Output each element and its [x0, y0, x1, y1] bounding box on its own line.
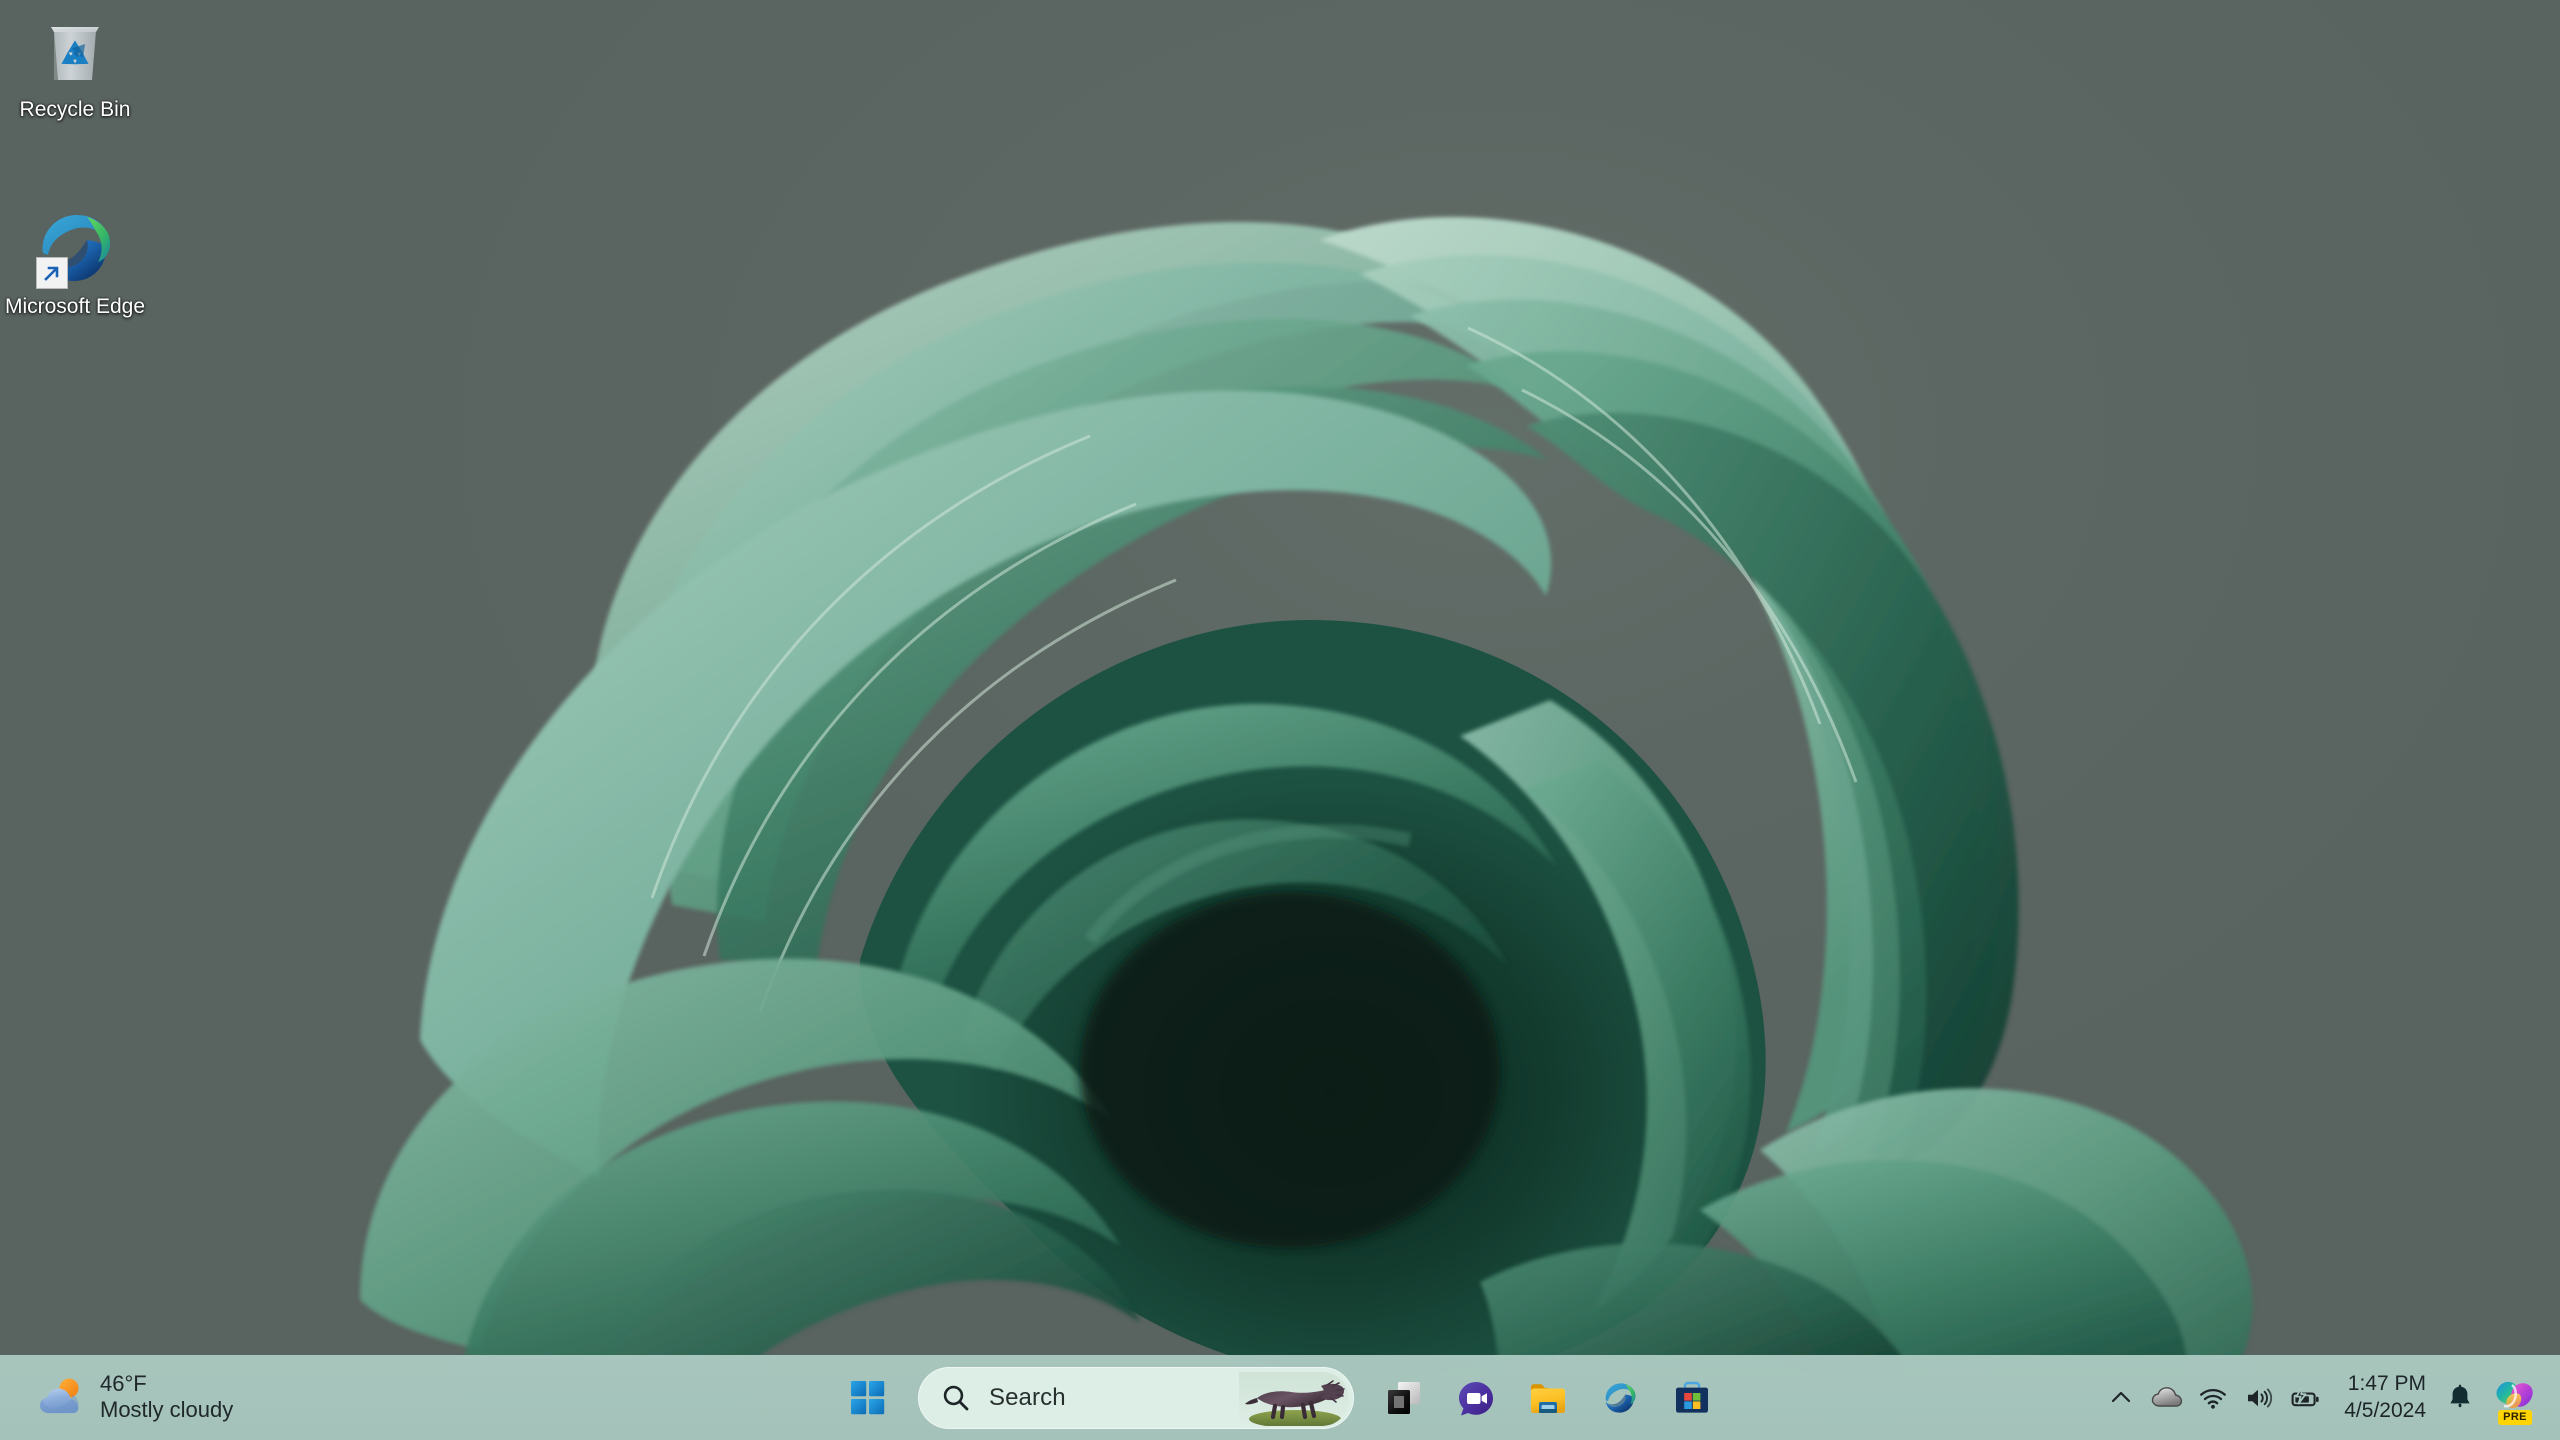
battery-charging-icon	[2291, 1385, 2319, 1406]
shortcut-arrow-icon	[36, 257, 68, 289]
taskbar-app-chat[interactable]	[1440, 1362, 1512, 1434]
taskbar-clock[interactable]: 1:47 PM 4/5/2024	[2328, 1371, 2438, 1424]
onedrive-cloud-icon	[2152, 1386, 2183, 1407]
show-hidden-icons-button[interactable]	[2098, 1369, 2144, 1427]
tray-icon-onedrive[interactable]	[2144, 1369, 2190, 1427]
start-button[interactable]	[832, 1362, 904, 1434]
speaker-icon	[2248, 1387, 2273, 1408]
clock-time: 1:47 PM	[2347, 1372, 2426, 1396]
desktop-icon-recycle-bin[interactable]: Recycle Bin	[0, 8, 150, 122]
copilot-button[interactable]: PRE	[2486, 1369, 2544, 1427]
microsoft-edge-icon	[32, 205, 118, 291]
chevron-up-icon	[2112, 1391, 2131, 1402]
microsoft-edge-icon	[1605, 1382, 1636, 1413]
sun-behind-cloud-icon	[36, 1376, 88, 1420]
tray-icon-network[interactable]	[2190, 1369, 2236, 1427]
taskbar-app-task-view[interactable]	[1368, 1362, 1440, 1434]
search-icon	[943, 1385, 969, 1410]
desktop-icon-microsoft-edge[interactable]: Microsoft Edge	[0, 205, 150, 319]
desktop-icon-label: Microsoft Edge	[4, 295, 146, 318]
taskbar-center-cluster: Search	[832, 1362, 1728, 1434]
taskbar-app-microsoft-edge[interactable]	[1584, 1362, 1656, 1434]
windows-logo-icon	[851, 1380, 885, 1414]
desktop[interactable]: Recycle Bin Microsoft Edge 46°F Mostly c…	[0, 0, 2560, 1440]
task-view-icon	[1388, 1381, 1420, 1414]
file-explorer-icon	[1531, 1383, 1565, 1413]
desktop-icon-label: Recycle Bin	[19, 98, 131, 121]
taskbar-app-file-explorer[interactable]	[1512, 1362, 1584, 1434]
search-bing-image[interactable]	[1239, 1371, 1349, 1426]
taskbar-weather-widget[interactable]: 46°F Mostly cloudy	[24, 1365, 245, 1431]
chat-video-icon	[1459, 1381, 1493, 1415]
clock-date: 4/5/2024	[2344, 1398, 2426, 1422]
recycle-bin-icon	[32, 8, 118, 94]
weather-temperature: 46°F	[100, 1370, 147, 1396]
bloom-artwork	[300, 60, 2260, 1380]
tray-icon-volume[interactable]	[2236, 1369, 2282, 1427]
weather-condition: Mostly cloudy	[100, 1397, 234, 1423]
wifi-icon	[2200, 1388, 2227, 1409]
search-input[interactable]: Search	[918, 1366, 1354, 1429]
taskbar: 46°F Mostly cloudy Search 1:47 PM 4/5/20…	[0, 1355, 2560, 1440]
copilot-preview-badge: PRE	[2498, 1409, 2532, 1425]
microsoft-store-icon	[1676, 1381, 1708, 1413]
system-tray: 1:47 PM 4/5/2024 PRE	[2098, 1369, 2544, 1427]
notifications-button[interactable]	[2438, 1369, 2482, 1427]
tray-icon-battery[interactable]	[2282, 1369, 2328, 1427]
search-placeholder: Search	[989, 1383, 1066, 1411]
taskbar-app-microsoft-store[interactable]	[1656, 1362, 1728, 1434]
bell-icon	[2450, 1384, 2470, 1407]
